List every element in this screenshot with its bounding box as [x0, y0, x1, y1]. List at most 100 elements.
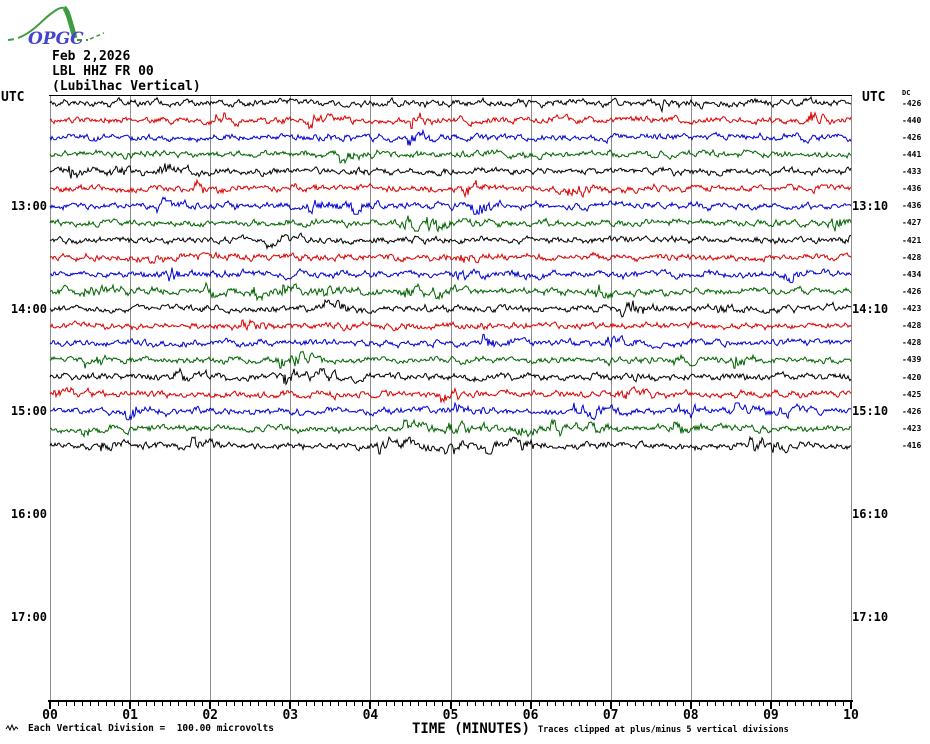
dc-value: -416 [902, 441, 922, 451]
header-date: Feb 2,2026 [52, 49, 131, 64]
trace-row-1210 [49, 111, 852, 130]
x-minor-tick [498, 700, 500, 706]
x-minor-tick [234, 700, 236, 706]
x-minor-tick [426, 700, 428, 706]
x-minor-tick [698, 700, 700, 706]
x-minor-tick [394, 700, 396, 706]
x-minor-tick [714, 700, 716, 706]
x-minor-tick [514, 700, 516, 706]
x-minor-tick [178, 700, 180, 706]
trace-row-1200 [49, 95, 852, 114]
x-minor-tick [522, 700, 524, 706]
x-minor-tick [442, 700, 444, 706]
x-minor-tick [266, 700, 268, 706]
dc-value: -428 [902, 338, 922, 348]
dc-value: -426 [902, 286, 922, 296]
x-minor-tick [722, 700, 724, 706]
x-minor-tick [762, 700, 764, 706]
x-minor-tick [674, 700, 676, 706]
x-minor-tick [146, 700, 148, 706]
x-tick-label: 01 [122, 708, 138, 723]
x-minor-tick [706, 700, 708, 706]
x-minor-tick [250, 700, 252, 706]
x-minor-tick [138, 700, 140, 706]
x-minor-tick [490, 700, 492, 706]
x-minor-tick [658, 700, 660, 706]
x-minor-tick [738, 700, 740, 706]
dc-value: -436 [902, 184, 922, 194]
dc-value: -433 [902, 167, 922, 177]
x-minor-tick [786, 700, 788, 706]
dc-value: -423 [902, 304, 922, 314]
x-minor-tick [74, 700, 76, 706]
x-minor-tick [242, 700, 244, 706]
x-minor-tick [434, 700, 436, 706]
x-minor-tick [842, 700, 844, 706]
dc-value: -434 [902, 269, 922, 279]
x-minor-tick [226, 700, 228, 706]
header-station-code: LBL HHZ FR 00 [52, 64, 154, 79]
right-hour-label: 14:10 [852, 301, 889, 316]
left-hour-label: 17:00 [10, 609, 47, 624]
trace-row-1230 [49, 148, 852, 165]
x-minor-tick [570, 700, 572, 706]
seismogram-traces [49, 95, 852, 455]
x-minor-tick [546, 700, 548, 706]
x-minor-tick [650, 700, 652, 706]
x-minor-tick [362, 700, 364, 706]
x-minor-tick [778, 700, 780, 706]
x-minor-tick [826, 700, 828, 706]
right-hour-label: 15:10 [852, 404, 889, 419]
x-tick-label: 04 [362, 708, 379, 723]
x-minor-tick [106, 700, 108, 706]
dc-value: -420 [902, 372, 922, 382]
trace-row-1430 [49, 350, 852, 369]
logo-mountain-curve [7, 38, 17, 41]
dc-value: -426 [902, 98, 922, 108]
trace-row-1500 [49, 401, 852, 421]
trace-row-1300 [49, 196, 852, 215]
right-hour-label: 13:10 [852, 198, 889, 213]
x-minor-tick [586, 700, 588, 706]
x-tick-label: 08 [682, 708, 699, 723]
x-minor-tick [482, 700, 484, 706]
x-minor-tick [642, 700, 644, 706]
dc-value: -423 [902, 423, 922, 433]
x-minor-tick [666, 700, 668, 706]
x-minor-tick [274, 700, 276, 706]
x-axis-title: TIME (MINUTES) [412, 721, 531, 737]
trace-row-1250 [49, 178, 852, 199]
dc-value: -441 [902, 149, 922, 159]
x-minor-tick [162, 700, 164, 706]
x-minor-tick [330, 700, 332, 706]
x-minor-tick [554, 700, 556, 706]
x-minor-tick [170, 700, 172, 706]
x-minor-tick [354, 700, 356, 706]
x-minor-tick [378, 700, 380, 706]
x-tick-label: 03 [282, 708, 299, 723]
x-minor-tick [258, 700, 260, 706]
x-minor-tick [58, 700, 59, 706]
x-minor-tick [82, 700, 84, 706]
x-minor-tick [410, 700, 412, 706]
dc-value: -421 [902, 235, 922, 245]
dc-value: -439 [902, 355, 922, 365]
x-minor-tick [90, 700, 92, 706]
x-tick-label: 07 [602, 708, 619, 723]
dc-value: -428 [902, 252, 922, 262]
trace-row-1310 [49, 215, 852, 233]
trace-row-1400 [49, 299, 852, 318]
trace-row-1440 [49, 367, 852, 386]
x-minor-tick [298, 700, 300, 706]
right-hour-label: 17:10 [852, 609, 889, 624]
x-minor-tick [314, 700, 316, 706]
header-station-description: (Lubilhac Vertical) [52, 79, 201, 94]
trace-row-1220 [49, 128, 852, 146]
x-minor-tick [338, 700, 340, 706]
x-minor-tick [474, 700, 476, 706]
x-minor-tick [466, 700, 468, 706]
x-minor-tick [730, 700, 732, 706]
trace-row-1340 [49, 267, 852, 284]
x-minor-tick [386, 700, 388, 706]
utc-label-right: UTC [862, 90, 886, 105]
